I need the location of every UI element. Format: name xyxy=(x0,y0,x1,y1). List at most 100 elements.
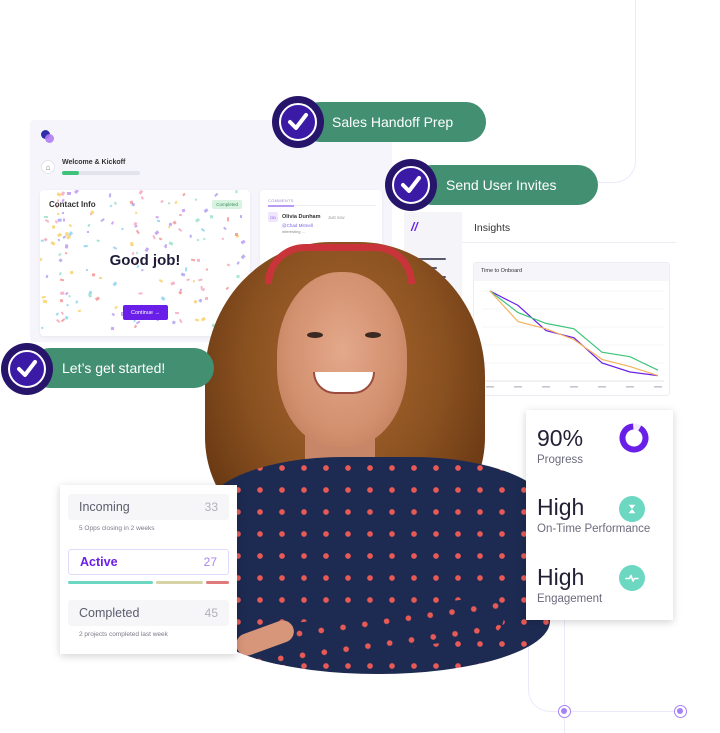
comments-tab[interactable]: COMMENTS xyxy=(268,198,294,203)
confetti-piece xyxy=(62,218,66,222)
confetti-piece xyxy=(121,227,124,230)
contact-card-title: Contact Info xyxy=(49,200,96,209)
confetti-piece xyxy=(68,295,71,298)
confetti-piece xyxy=(73,190,80,195)
confetti-piece xyxy=(78,309,82,312)
confetti-piece xyxy=(159,199,164,203)
row-count: 33 xyxy=(204,500,218,514)
confetti-piece xyxy=(133,324,138,329)
task-pill-send-invites: Send User Invites xyxy=(412,165,598,205)
confetti-piece xyxy=(41,295,46,299)
confetti-piece xyxy=(138,190,144,196)
stage-progress-fill xyxy=(62,171,80,175)
confetti-piece xyxy=(57,232,63,237)
confetti-piece xyxy=(200,285,203,290)
person-photo xyxy=(205,232,550,674)
row-name: Active xyxy=(80,555,118,569)
confetti-piece xyxy=(58,238,61,242)
confetti-piece xyxy=(203,207,209,213)
checkmark-icon xyxy=(17,360,37,377)
confetti-piece xyxy=(222,226,227,231)
status-segment xyxy=(205,581,229,584)
confetti-piece xyxy=(65,243,69,248)
confetti-piece xyxy=(59,292,65,296)
row-count: 27 xyxy=(203,555,217,569)
pipeline-row-incoming[interactable]: Incoming 33 xyxy=(68,494,229,520)
confetti-piece xyxy=(65,291,69,295)
confetti-piece xyxy=(86,269,89,272)
confetti-piece xyxy=(136,229,140,234)
confetti-piece xyxy=(87,224,91,228)
confetti-piece xyxy=(155,215,159,219)
pulse-icon xyxy=(619,565,645,591)
confetti-piece xyxy=(45,218,51,224)
confetti-piece xyxy=(66,304,70,307)
task-pill-sales-handoff: Sales Handoff Prep xyxy=(300,102,486,142)
confetti-piece xyxy=(136,321,141,325)
confetti-piece xyxy=(152,235,156,240)
confetti-piece xyxy=(179,318,183,323)
confetti-piece xyxy=(170,281,175,286)
metric-value: 90% xyxy=(537,425,584,451)
confetti-piece xyxy=(43,215,49,218)
connector-line-top xyxy=(498,0,636,183)
confetti-piece xyxy=(59,278,65,282)
confetti-piece xyxy=(196,238,199,242)
confetti-piece xyxy=(197,278,203,282)
checkmark-icon xyxy=(288,113,308,130)
confetti-piece xyxy=(90,210,96,215)
confetti-piece xyxy=(154,230,160,236)
row-name: Incoming xyxy=(79,500,130,514)
continue-button[interactable]: Continue → xyxy=(123,305,168,320)
status-segment xyxy=(68,581,154,584)
confetti-piece xyxy=(239,214,242,219)
confetti-piece xyxy=(88,290,93,295)
row-count: 45 xyxy=(204,606,218,620)
stage-progress-bar xyxy=(62,171,140,175)
confetti-piece xyxy=(60,191,66,197)
confetti-piece xyxy=(188,234,192,238)
home-icon[interactable]: ⌂ xyxy=(41,160,55,174)
confetti-piece xyxy=(109,204,112,207)
confetti-piece xyxy=(180,272,186,278)
confetti-piece xyxy=(130,241,134,247)
confetti-piece xyxy=(181,208,186,213)
comment-mention-link[interactable]: @Chad Mitmell xyxy=(282,223,313,228)
confetti-piece xyxy=(214,193,219,198)
confetti-piece xyxy=(110,312,115,317)
confetti-piece xyxy=(110,326,115,330)
confetti-piece xyxy=(186,279,190,282)
confetti-piece xyxy=(59,298,64,303)
confetti-piece xyxy=(194,318,199,323)
confetti-piece xyxy=(195,198,198,202)
confetti-piece xyxy=(158,236,163,241)
confetti-piece xyxy=(83,244,88,248)
confetti-piece xyxy=(114,306,118,310)
row-name: Completed xyxy=(79,606,140,620)
confetti-piece xyxy=(164,243,168,247)
confetti-piece xyxy=(60,317,66,323)
pipeline-row-active[interactable]: Active 27 xyxy=(68,549,229,575)
row-subtext: 5 Opps closing in 2 weeks xyxy=(79,525,155,532)
x-tick-label xyxy=(654,386,662,388)
confetti-piece xyxy=(67,191,72,195)
metrics-card: 90% Progress High On-Time Performance Hi… xyxy=(526,410,673,620)
check-badge xyxy=(385,159,437,211)
confetti-piece xyxy=(94,296,101,302)
confetti-piece xyxy=(55,312,60,316)
metric-label: Progress xyxy=(537,454,584,466)
hourglass-icon xyxy=(619,496,645,522)
x-tick-label xyxy=(570,386,578,388)
confetti-piece xyxy=(110,221,114,226)
confetti-piece xyxy=(193,299,198,304)
confetti-piece xyxy=(174,200,178,204)
x-tick-label xyxy=(626,386,634,388)
confetti-piece xyxy=(112,281,118,287)
confetti-piece xyxy=(156,219,161,224)
confetti-piece xyxy=(114,201,117,205)
pipeline-row-completed[interactable]: Completed 45 xyxy=(68,600,229,626)
confetti-piece xyxy=(50,240,56,246)
confetti-piece xyxy=(172,220,177,226)
confetti-piece xyxy=(43,299,48,304)
x-tick-label xyxy=(598,386,606,388)
